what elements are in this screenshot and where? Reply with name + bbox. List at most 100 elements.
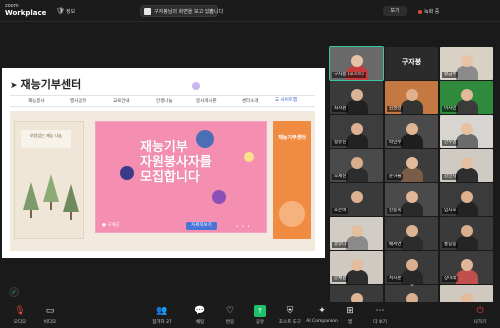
participant-name: 홍길동 <box>442 242 459 248</box>
leave-button[interactable]: ⏻ 나가기 <box>462 304 498 326</box>
participant-tile[interactable]: 홍길동 <box>440 217 493 250</box>
participant-tile[interactable]: 조은비 <box>330 183 383 216</box>
participant-tile[interactable]: 윤하늘 <box>385 149 438 182</box>
participant-video-body <box>400 134 423 148</box>
more-dots-icon: ⋯ <box>375 306 385 316</box>
mic-muted-icon: 🎙 <box>14 306 26 316</box>
carousel-dots[interactable]: • • • <box>236 224 251 229</box>
participant-video-head <box>460 55 473 67</box>
tree-illustration <box>43 174 59 202</box>
participant-video-body <box>455 100 478 114</box>
participants-button[interactable]: 👥 참가자 27 <box>144 304 180 326</box>
host-tools-button[interactable]: ⛨ 호스트 도구 <box>272 304 308 326</box>
participant-tile[interactable]: 한수영 <box>440 115 493 148</box>
tree-trunk <box>50 202 52 210</box>
banner-card-left[interactable]: 보람있는 재능 나눔 <box>14 121 84 239</box>
org-logo: ● 구세군 <box>102 223 120 228</box>
banner-card-right[interactable]: 재능기부센터 <box>273 121 311 239</box>
participant-tile[interactable]: 박민수 <box>385 115 438 148</box>
participant-tile[interactable]: 황금주 <box>440 47 493 80</box>
participant-name: 윤하늘 <box>387 174 404 180</box>
nav-item[interactable]: 센터소개 <box>242 98 259 104</box>
participant-video-body <box>345 168 368 182</box>
recording-badge[interactable]: 녹화 중 <box>418 8 439 15</box>
video-button[interactable]: ▭ 비디오 <box>32 304 68 326</box>
participant-tile[interactable]: 문채원 <box>330 251 383 284</box>
banner-carousel: 보람있는 재능 나눔 재능기부 자원봉사자를 모집합니다 ● 구세군 자세히보기… <box>10 111 315 251</box>
nav-item[interactable]: 행사공유 <box>70 98 87 104</box>
site-title-text: 재능기부센터 <box>20 78 82 91</box>
pointer-indicator <box>192 82 200 90</box>
mascot-figure <box>212 190 226 204</box>
participant-tile[interactable]: 오세진 <box>330 149 383 182</box>
participant-video-body <box>455 202 478 216</box>
participant-video-body <box>345 236 368 250</box>
participant-tile[interactable]: 정유진 <box>330 115 383 148</box>
video-label: 비디오 <box>43 320 57 325</box>
nav-item[interactable]: 인생나눔 <box>156 98 173 104</box>
participant-tile[interactable]: 배서연 <box>385 217 438 250</box>
participant-video-head <box>350 191 363 203</box>
screen-share-banner[interactable]: 구자봉님의 화면을 보고 있습니다 × <box>140 5 223 17</box>
apps-grid-icon: ⊞ <box>346 306 354 316</box>
sparkle-icon: ✦ <box>318 306 326 316</box>
banner-card-main[interactable]: 재능기부 자원봉사자를 모집합니다 ● 구세군 자세히보기 • • • <box>95 121 267 233</box>
participant-video-body <box>455 66 478 80</box>
participant-tile[interactable]: 장미래 <box>440 251 493 284</box>
zoom-window: zoom Workplace 🛡 정보 구자봉님의 화면을 보고 있습니다 × … <box>0 0 500 328</box>
participant-name: 정유진 <box>332 140 349 146</box>
shield-icon[interactable]: 🛡 <box>56 7 65 15</box>
participant-tile[interactable]: 송유나 <box>330 217 383 250</box>
participant-name: 장미래 <box>442 276 459 282</box>
info-label[interactable]: 정보 <box>66 8 75 15</box>
mascot-figure <box>120 166 134 180</box>
participant-name: 김성현 <box>387 106 404 112</box>
more-button[interactable]: ⋯ 더 보기 <box>362 304 398 326</box>
chat-icon: 💬 <box>194 306 206 316</box>
nav-item[interactable]: 재능봉사 <box>28 98 45 104</box>
participant-name: 황금주 <box>442 72 459 78</box>
left-card-label: 보람있는 재능 나눔 <box>21 130 71 148</box>
security-status-icon[interactable]: ✓ <box>9 287 19 297</box>
top-bar: zoom Workplace 🛡 정보 구자봉님의 화면을 보고 있습니다 × … <box>0 0 500 22</box>
participant-tile[interactable]: 임지호 <box>440 183 493 216</box>
app-brand: zoom Workplace <box>5 3 46 17</box>
tree-illustration <box>63 184 79 212</box>
participant-video-body <box>345 134 368 148</box>
participant-name: 강민지 <box>442 174 459 180</box>
participant-video-head <box>460 225 473 237</box>
shield-icon: ⛨ <box>286 306 294 316</box>
tree-trunk <box>30 210 32 218</box>
shared-screen: ➤ 재능기부센터 재능봉사 행사공유 교육안내 인생나눔 봉사게시판 센터소개 ☰… <box>2 68 325 258</box>
participant-tile[interactable]: 구자봉 <box>385 47 438 80</box>
participant-tile[interactable]: 김성현 <box>385 81 438 114</box>
participant-tile[interactable]: 이지민 <box>440 81 493 114</box>
participant-video-head <box>460 123 473 135</box>
participants-text: 참가자 <box>152 320 165 325</box>
close-icon[interactable]: × <box>208 7 214 15</box>
nav-item[interactable]: 교육안내 <box>113 98 130 104</box>
participant-tile[interactable]: 구자봉 (호스트) <box>329 46 384 81</box>
view-button[interactable]: 보기 <box>383 6 407 16</box>
participant-video-head <box>460 191 473 203</box>
star-decoration <box>244 152 254 162</box>
record-icon <box>418 9 422 14</box>
participant-tile[interactable]: 최지원 <box>330 81 383 114</box>
participant-name: 송유나 <box>332 242 349 248</box>
participant-video-body <box>455 270 478 284</box>
tree-illustration <box>23 182 39 210</box>
participant-name: 배서연 <box>387 242 404 248</box>
tree-trunk <box>70 212 72 220</box>
more-details-button[interactable]: 자세히보기 <box>186 222 217 230</box>
chevron-down-icon[interactable]: ⌄ <box>409 280 415 288</box>
site-map-link[interactable]: ☰ 사이트맵 <box>275 97 297 103</box>
meeting-toolbar: 🎙 오디오 ▭ 비디오 👥 참가자 27 💬 채팅 ♡ 반응 ↑ 공유 ⛨ 호스… <box>0 302 500 328</box>
participant-count: 27 <box>166 320 172 325</box>
participant-tile[interactable]: 강민지 <box>440 149 493 182</box>
participant-tile[interactable]: 신동욱 <box>385 183 438 216</box>
site-nav: 재능봉사 행사공유 교육안내 인생나눔 봉사게시판 센터소개 ☰ 사이트맵 <box>10 95 315 107</box>
participant-video-head <box>350 55 363 67</box>
share-arrow-icon: ↑ <box>254 305 266 317</box>
nav-item[interactable]: 봉사게시판 <box>196 98 217 104</box>
participant-video-head <box>405 157 418 169</box>
